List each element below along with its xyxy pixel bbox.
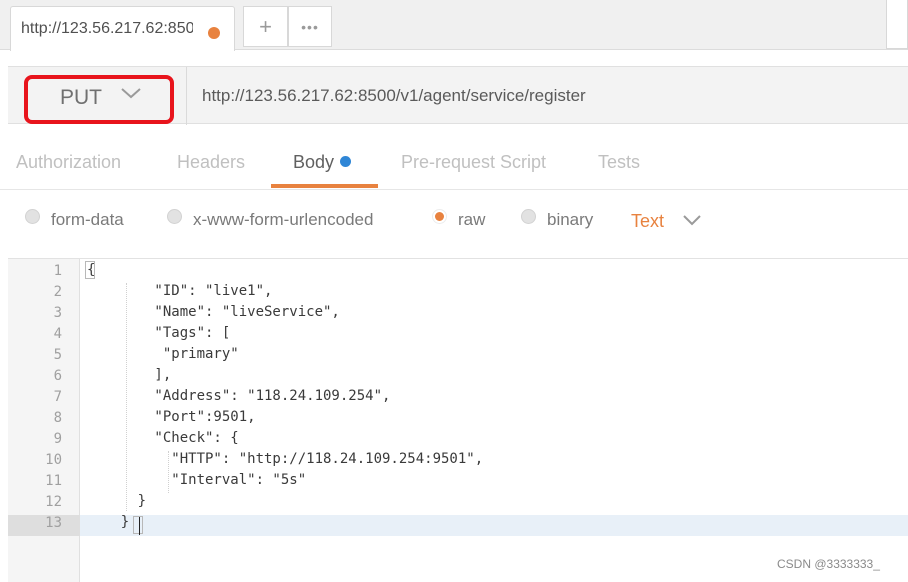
code-line: "ID": "live1", [87, 283, 273, 299]
form-data-label[interactable]: form-data [51, 210, 124, 230]
line-number: 11 [45, 473, 62, 489]
urlencoded-label[interactable]: x-www-form-urlencoded [193, 210, 373, 230]
unsaved-changes-dot-icon [208, 27, 220, 39]
line-number: 13 [45, 515, 62, 531]
bracket-match-box [133, 516, 143, 534]
line-number: 8 [53, 410, 62, 426]
request-subtabs: Authorization Headers Body Pre-request S… [0, 140, 908, 190]
code-line: "Name": "liveService", [87, 304, 340, 320]
line-number: 7 [53, 389, 62, 405]
chevron-down-icon[interactable] [116, 83, 146, 103]
url-input[interactable]: http://123.56.217.62:8500/v1/agent/servi… [202, 86, 586, 106]
code-line: { [87, 262, 96, 278]
line-number: 9 [53, 431, 62, 447]
tab-bar-corner [886, 0, 908, 49]
tab-tests[interactable]: Tests [598, 152, 640, 173]
chevron-down-icon[interactable] [680, 212, 704, 228]
binary-radio[interactable] [521, 209, 536, 224]
tab-authorization[interactable]: Authorization [16, 152, 121, 173]
active-line-highlight [8, 515, 908, 536]
tab-headers[interactable]: Headers [177, 152, 245, 173]
code-editor[interactable]: 1 2 3 4 5 6 7 8 9 10 11 12 13{ "ID": "live1", "Name"… [8, 258, 908, 582]
code-line: "primary" [87, 346, 239, 362]
binary-label[interactable]: binary [547, 210, 593, 230]
line-number: 6 [53, 368, 62, 384]
divider [186, 67, 187, 125]
code-line: "Tags": [ [87, 325, 231, 341]
code-line: "Port":9501, [87, 409, 256, 425]
new-tab-button[interactable]: + [243, 6, 288, 47]
line-number: 5 [53, 347, 62, 363]
tab-pre-request-script[interactable]: Pre-request Script [401, 152, 546, 173]
watermark: CSDN @3333333_ [777, 557, 880, 571]
code-line: "Interval": "5s" [87, 472, 307, 488]
tab-body-label: Body [293, 152, 335, 172]
method-select[interactable]: PUT [60, 86, 102, 110]
active-tab-underline [271, 184, 378, 188]
request-tab-title: http://123.56.217.62:8500/v1/agent/servi… [21, 20, 193, 37]
body-format-select[interactable]: Text [631, 211, 664, 232]
request-tab[interactable]: http://123.56.217.62:8500/v1/agent/servi… [10, 6, 235, 51]
body-options: form-data x-www-form-urlencoded raw bina… [0, 200, 908, 242]
line-number: 12 [45, 494, 62, 510]
code-line: } [87, 493, 147, 509]
line-number: 3 [53, 305, 62, 321]
raw-label[interactable]: raw [458, 210, 485, 230]
more-tabs-button[interactable]: ••• [288, 6, 332, 47]
request-bar: PUT http://123.56.217.62:8500/v1/agent/s… [8, 66, 908, 125]
code-line: "HTTP": "http://118.24.109.254:9501", [87, 451, 484, 467]
code-line: "Address": "118.24.109.254", [87, 388, 391, 404]
code-line: "Check": { [87, 430, 239, 446]
raw-radio[interactable] [432, 209, 447, 224]
text-cursor [139, 517, 140, 535]
code-line: ], [87, 367, 172, 383]
tab-body[interactable]: Body [293, 152, 352, 173]
line-number: 2 [53, 284, 62, 300]
line-number: 10 [45, 452, 62, 468]
tab-bar: http://123.56.217.62:8500/v1/agent/servi… [0, 0, 908, 51]
code-line: } [87, 514, 130, 530]
urlencoded-radio[interactable] [167, 209, 182, 224]
line-number: 4 [53, 326, 62, 342]
form-data-radio[interactable] [25, 209, 40, 224]
body-indicator-dot-icon [340, 156, 352, 167]
line-number: 1 [53, 263, 62, 279]
